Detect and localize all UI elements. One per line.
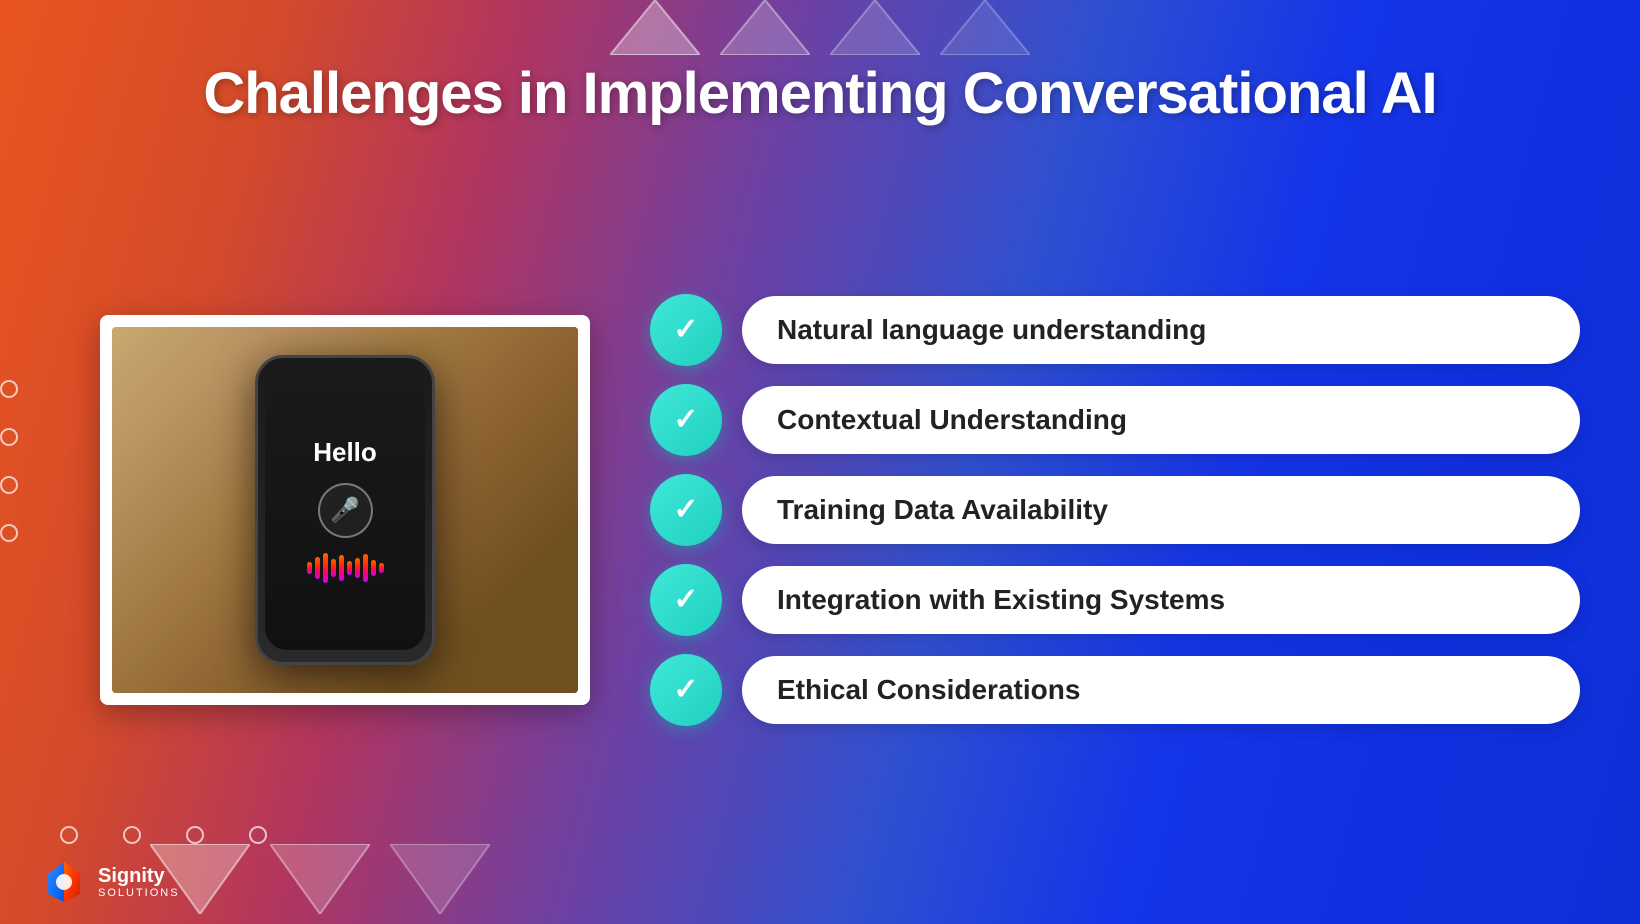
page-title: Challenges in Implementing Conversationa…	[0, 60, 1640, 127]
check-bubble-3: ✓	[650, 474, 722, 546]
logo-name: Signity	[98, 865, 165, 887]
content-area: Hello 🎤	[0, 175, 1640, 844]
wave-bar	[331, 559, 336, 577]
check-label-pill: Ethical Considerations	[742, 656, 1580, 724]
check-label-pill: Contextual Understanding	[742, 386, 1580, 454]
check-label-text: Training Data Availability	[777, 494, 1108, 525]
wave-bar	[339, 555, 344, 581]
check-label-pill: Natural language understanding	[742, 296, 1580, 364]
list-item: ✓ Integration with Existing Systems	[650, 564, 1580, 636]
phone-screen: Hello 🎤	[265, 370, 425, 650]
chevron-icon	[720, 0, 810, 55]
chevron-icon	[610, 0, 700, 55]
dots-bottom	[60, 826, 267, 844]
list-item: ✓ Natural language understanding	[650, 294, 1580, 366]
logo-icon	[40, 858, 88, 906]
checkmark-icon: ✓	[673, 312, 698, 347]
wave-bar	[379, 563, 384, 573]
phone-device: Hello 🎤	[255, 355, 435, 665]
check-label-text: Integration with Existing Systems	[777, 584, 1225, 615]
dot-decoration	[123, 826, 141, 844]
checkmark-icon: ✓	[673, 582, 698, 617]
hello-label: Hello	[313, 437, 377, 468]
check-bubble-2: ✓	[650, 384, 722, 456]
chevron-down-icon	[390, 844, 490, 914]
check-bubble-4: ✓	[650, 564, 722, 636]
dot-decoration	[0, 476, 18, 494]
dot-decoration	[249, 826, 267, 844]
chevron-down-icon	[270, 844, 370, 914]
wave-bar	[347, 561, 352, 575]
wave-bar	[355, 558, 360, 578]
dot-decoration	[186, 826, 204, 844]
dot-decoration	[0, 524, 18, 542]
wave-bar	[323, 553, 328, 583]
list-item: ✓ Contextual Understanding	[650, 384, 1580, 456]
check-bubble-5: ✓	[650, 654, 722, 726]
dot-decoration	[60, 826, 78, 844]
phone-image-wrapper: Hello 🎤	[100, 315, 590, 705]
logo-text-group: Signity Solutions	[98, 865, 180, 899]
microphone-icon: 🎤	[330, 496, 360, 525]
title-section: Challenges in Implementing Conversationa…	[0, 60, 1640, 127]
bottom-chevrons	[50, 844, 1640, 924]
dot-decoration	[0, 428, 18, 446]
chevron-icon	[830, 0, 920, 55]
wave-bar	[371, 560, 376, 576]
check-bubble-1: ✓	[650, 294, 722, 366]
checkmark-icon: ✓	[673, 492, 698, 527]
check-label-text: Ethical Considerations	[777, 674, 1080, 705]
logo-section: Signity Solutions	[40, 858, 180, 906]
mic-circle: 🎤	[318, 483, 373, 538]
checklist-section: ✓ Natural language understanding ✓ Conte…	[650, 294, 1580, 726]
wave-bar	[363, 554, 368, 582]
image-section: Hello 🎤	[60, 315, 590, 705]
check-label-text: Contextual Understanding	[777, 404, 1127, 435]
phone-image-inner: Hello 🎤	[112, 327, 578, 693]
slide: Challenges in Implementing Conversationa…	[0, 0, 1640, 924]
check-label-pill: Integration with Existing Systems	[742, 566, 1580, 634]
dot-decoration	[0, 380, 18, 398]
wave-bar	[315, 557, 320, 579]
checkmark-icon: ✓	[673, 672, 698, 707]
top-chevrons	[0, 0, 1640, 60]
check-label-text: Natural language understanding	[777, 314, 1206, 345]
check-label-pill: Training Data Availability	[742, 476, 1580, 544]
dots-left	[0, 380, 18, 542]
sound-waves	[307, 553, 384, 583]
list-item: ✓ Ethical Considerations	[650, 654, 1580, 726]
checkmark-icon: ✓	[673, 402, 698, 437]
list-item: ✓ Training Data Availability	[650, 474, 1580, 546]
chevron-icon	[940, 0, 1030, 55]
wave-bar	[307, 562, 312, 574]
logo-sub: Solutions	[98, 887, 180, 899]
